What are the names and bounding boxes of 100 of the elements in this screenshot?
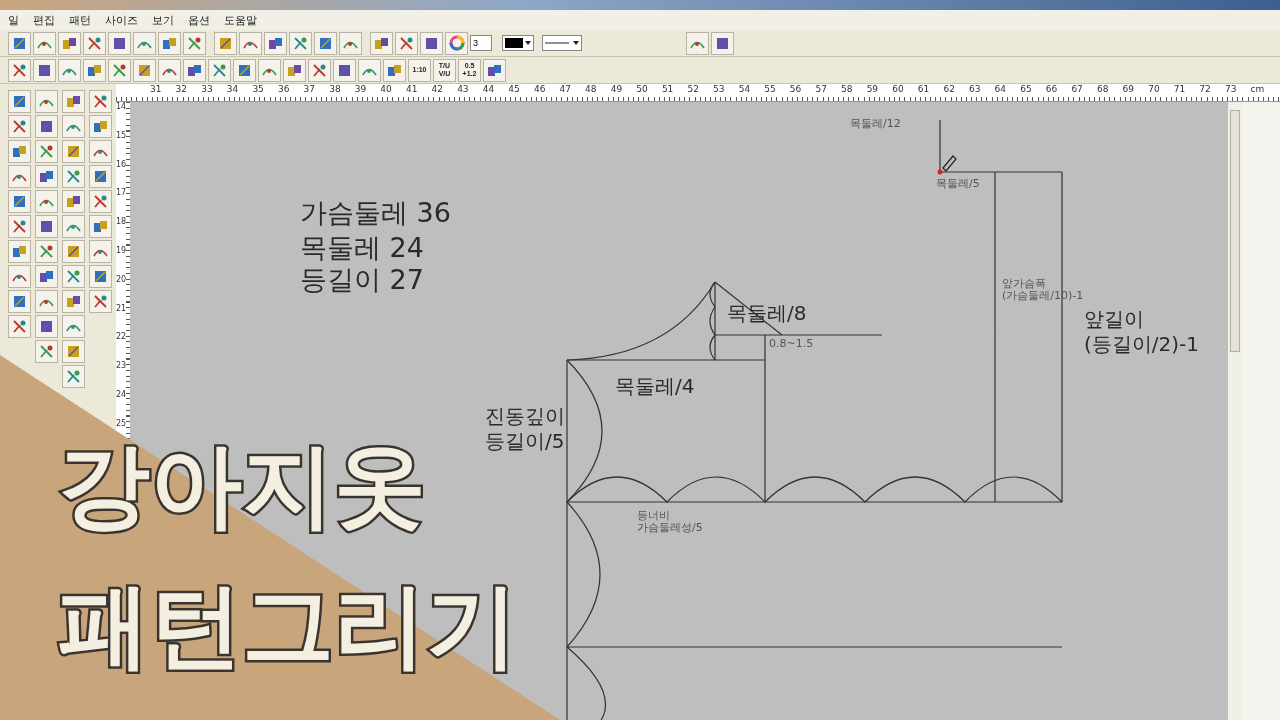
tool-button[interactable] — [89, 90, 112, 113]
tool-button[interactable] — [62, 290, 85, 313]
tool-button[interactable] — [8, 265, 31, 288]
tool-button[interactable] — [686, 31, 709, 55]
tool-button[interactable] — [183, 58, 206, 82]
tool-button[interactable] — [8, 215, 31, 238]
tool-button[interactable] — [339, 31, 362, 55]
tool-button[interactable] — [62, 115, 85, 138]
tool-button[interactable] — [8, 31, 31, 55]
tool-button[interactable] — [108, 58, 131, 82]
tool-button[interactable] — [89, 140, 112, 163]
ruler-number: 40 — [380, 84, 393, 96]
tool-button[interactable] — [711, 31, 734, 55]
tool-button[interactable] — [89, 265, 112, 288]
tool-button[interactable] — [62, 365, 85, 388]
tool-button[interactable] — [35, 115, 58, 138]
tool-button[interactable] — [333, 58, 356, 82]
tool-button[interactable] — [233, 58, 256, 82]
tool-button[interactable] — [35, 340, 58, 363]
tool-button[interactable] — [420, 31, 443, 55]
menu-item[interactable]: 옵션 — [188, 12, 210, 28]
tool-button[interactable] — [308, 58, 331, 82]
tool-button[interactable] — [370, 31, 393, 55]
tool-button[interactable] — [89, 240, 112, 263]
tool-button[interactable] — [62, 215, 85, 238]
tool-button[interactable] — [158, 58, 181, 82]
tool-button[interactable] — [35, 315, 58, 338]
tool-button[interactable] — [83, 58, 106, 82]
ruler-number: 73 — [1224, 84, 1238, 96]
tool-button[interactable] — [133, 31, 156, 55]
tool-button[interactable] — [62, 140, 85, 163]
tool-button[interactable] — [8, 90, 31, 113]
tool-button[interactable] — [62, 240, 85, 263]
tool-button[interactable] — [8, 290, 31, 313]
ruler-number: 66 — [1045, 84, 1059, 96]
tool-button[interactable] — [89, 215, 112, 238]
tool-button[interactable] — [395, 31, 418, 55]
scrollbar-thumb[interactable] — [1230, 110, 1240, 352]
tool-button[interactable] — [8, 165, 31, 188]
line-width-field[interactable]: 3 — [470, 35, 492, 51]
color-wheel-button[interactable] — [445, 31, 468, 55]
menu-item[interactable]: 사이즈 — [105, 12, 138, 28]
tool-button[interactable] — [58, 58, 81, 82]
tool-button[interactable] — [208, 58, 231, 82]
tool-button[interactable] — [239, 31, 262, 55]
tool-button[interactable] — [133, 58, 156, 82]
tool-button[interactable] — [35, 190, 58, 213]
tool-button[interactable] — [383, 58, 406, 82]
tool-button[interactable] — [8, 190, 31, 213]
tool-button[interactable] — [283, 58, 306, 82]
menu-item[interactable]: 패턴 — [69, 12, 91, 28]
tool-button[interactable] — [89, 190, 112, 213]
tool-button[interactable] — [8, 315, 31, 338]
tool-button[interactable] — [8, 140, 31, 163]
tool-icon — [93, 194, 108, 209]
menu-item[interactable]: 일 — [8, 12, 19, 28]
tool-button[interactable] — [214, 31, 237, 55]
tool-button[interactable] — [35, 165, 58, 188]
tool-button[interactable] — [483, 58, 506, 82]
tool-button[interactable] — [62, 90, 85, 113]
tool-icon — [12, 219, 27, 234]
tool-button[interactable] — [62, 165, 85, 188]
scrollbar[interactable] — [1228, 102, 1242, 720]
tool-button[interactable] — [35, 140, 58, 163]
tool-button[interactable] — [264, 31, 287, 55]
tool-button[interactable] — [33, 31, 56, 55]
tool-button[interactable] — [33, 58, 56, 82]
tool-button[interactable] — [258, 58, 281, 82]
tool-button[interactable] — [62, 265, 85, 288]
tool-button[interactable] — [62, 190, 85, 213]
tool-button[interactable] — [289, 31, 312, 55]
ruler-number: 22 — [116, 332, 128, 344]
menu-item[interactable]: 도움말 — [224, 12, 257, 28]
tool-button[interactable] — [314, 31, 337, 55]
menu-item[interactable]: 보기 — [152, 12, 174, 28]
tool-button[interactable] — [89, 165, 112, 188]
tool-button[interactable] — [35, 290, 58, 313]
tool-button[interactable] — [35, 240, 58, 263]
tool-button[interactable] — [8, 58, 31, 82]
tool-button[interactable] — [358, 58, 381, 82]
ruler-number: 17 — [116, 188, 128, 200]
color-dropdown[interactable] — [502, 35, 534, 51]
tool-button[interactable] — [83, 31, 106, 55]
tool-button[interactable] — [8, 240, 31, 263]
tool-button[interactable] — [35, 215, 58, 238]
tool-button[interactable] — [62, 315, 85, 338]
tool-button[interactable] — [89, 115, 112, 138]
tool-button[interactable] — [62, 340, 85, 363]
tool-button[interactable] — [35, 265, 58, 288]
menu-item[interactable]: 편집 — [33, 12, 55, 28]
tool-button[interactable] — [108, 31, 131, 55]
ruler-number: 69 — [1122, 84, 1135, 96]
tool-button[interactable] — [8, 115, 31, 138]
tool-button[interactable] — [183, 31, 206, 55]
tool-button[interactable] — [89, 290, 112, 313]
tool-button[interactable] — [35, 90, 58, 113]
tool-button[interactable] — [58, 31, 81, 55]
tool-button[interactable] — [158, 31, 181, 55]
pattern-label: 등너비 — [637, 510, 670, 522]
line-style-dropdown[interactable] — [542, 35, 582, 51]
